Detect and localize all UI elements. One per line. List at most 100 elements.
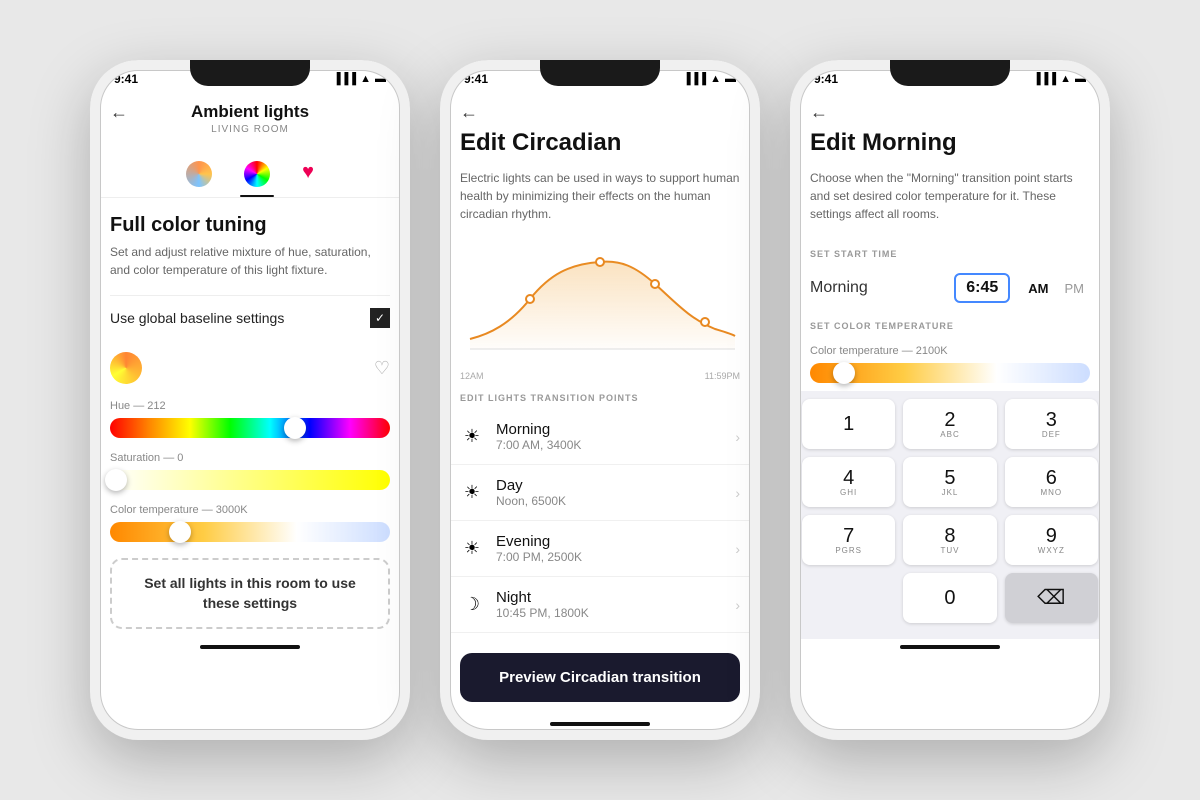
phone-3: 9:41 ▐▐▐ ▲ ▬ ← Edit Morning Choose when … <box>790 60 1110 740</box>
saturation-track[interactable] <box>110 470 390 490</box>
hue-track[interactable] <box>110 418 390 438</box>
pm-button[interactable]: PM <box>1059 277 1091 300</box>
saturation-thumb[interactable] <box>105 469 127 491</box>
color-temp-track[interactable] <box>110 522 390 542</box>
status-time-1: 9:41 <box>114 72 138 86</box>
numpad-row-2: 4 GHI 5 JKL 6 MNO <box>802 457 1098 507</box>
home-bar-2 <box>550 722 650 726</box>
chart-label-start: 12AM <box>460 371 484 381</box>
day-name: Day <box>496 477 735 494</box>
signal-icon-2: ▐▐▐ <box>683 73 706 85</box>
screen1-body: Full color tuning Set and adjust relativ… <box>90 214 410 542</box>
time-value[interactable]: 6:45 <box>954 273 1010 303</box>
key-delete[interactable]: ⌫ <box>1005 573 1098 623</box>
screen1-section-desc: Set and adjust relative mixture of hue, … <box>110 243 390 279</box>
key-2-letters: ABC <box>940 430 959 439</box>
screen1-subtitle: LIVING ROOM <box>110 124 390 135</box>
key-5-letters: JKL <box>942 488 959 497</box>
screen3-body: Choose when the "Morning" transition poi… <box>790 169 1110 223</box>
key-7-letters: PGRS <box>835 546 862 555</box>
set-all-lights-button[interactable]: Set all lights in this room to use these… <box>110 558 390 629</box>
saturation-slider-group: Saturation — 0 <box>110 452 390 490</box>
signal-icon-1: ▐▐▐ <box>333 73 356 85</box>
wifi-icon-1: ▲ <box>360 73 371 85</box>
key-0[interactable]: 0 <box>903 573 996 623</box>
transition-night[interactable]: ☽ Night 10:45 PM, 1800K › <box>440 577 760 633</box>
hue-label: Hue — 212 <box>110 400 390 412</box>
am-button[interactable]: AM <box>1022 277 1054 300</box>
transition-evening[interactable]: ☀ Evening 7:00 PM, 2500K › <box>440 521 760 577</box>
screen1-title: Ambient lights <box>110 102 390 122</box>
color-temp-value-label: Color temperature — 2100K <box>810 345 1090 357</box>
tab-favorite[interactable]: ♥ <box>298 155 318 197</box>
transition-day[interactable]: ☀ Day Noon, 6500K › <box>440 465 760 521</box>
color-temp-track-3[interactable] <box>810 363 1090 383</box>
key-5-num: 5 <box>944 468 955 488</box>
key-8[interactable]: 8 TUV <box>903 515 996 565</box>
screen2-header: ← Edit Circadian <box>440 92 760 169</box>
back-button-2[interactable]: ← <box>460 102 740 123</box>
global-baseline-row[interactable]: Use global baseline settings ✓ <box>110 295 390 340</box>
battery-icon-3: ▬ <box>1075 73 1086 85</box>
tab-circadian[interactable] <box>182 155 216 197</box>
key-6[interactable]: 6 MNO <box>1005 457 1098 507</box>
delete-icon: ⌫ <box>1037 588 1065 608</box>
screen2-body: Electric lights can be used in ways to s… <box>440 169 760 223</box>
day-chevron: › <box>735 485 740 501</box>
key-4[interactable]: 4 GHI <box>802 457 895 507</box>
screen3-title: Edit Morning <box>810 129 1090 157</box>
tab-color[interactable] <box>240 155 274 197</box>
set-start-label: SET START TIME <box>790 239 1110 265</box>
evening-name: Evening <box>496 533 735 550</box>
key-3-letters: DEF <box>1042 430 1061 439</box>
key-4-letters: GHI <box>840 488 857 497</box>
notch-3 <box>890 60 1010 86</box>
heart-icon: ♥ <box>302 161 314 183</box>
evening-detail: 7:00 PM, 2500K <box>496 550 735 564</box>
day-info: Day Noon, 6500K <box>496 477 735 508</box>
status-time-2: 9:41 <box>464 72 488 86</box>
key-5[interactable]: 5 JKL <box>903 457 996 507</box>
key-1[interactable]: 1 <box>802 399 895 449</box>
key-1-num: 1 <box>843 414 854 434</box>
hue-thumb[interactable] <box>284 417 306 439</box>
key-7[interactable]: 7 PGRS <box>802 515 895 565</box>
screen3-desc: Choose when the "Morning" transition poi… <box>810 169 1090 223</box>
color-temp-thumb-3[interactable] <box>833 362 855 384</box>
wifi-icon-2: ▲ <box>710 73 721 85</box>
chart-svg <box>460 239 740 359</box>
color-temp-section: Color temperature — 2100K <box>790 345 1110 383</box>
battery-icon-1: ▬ <box>375 73 386 85</box>
status-icons-2: ▐▐▐ ▲ ▬ <box>683 73 736 85</box>
key-9[interactable]: 9 WXYZ <box>1005 515 1098 565</box>
notch-1 <box>190 60 310 86</box>
numpad-row-4: 0 ⌫ <box>802 573 1098 623</box>
phone1-content: ← Ambient lights LIVING ROOM ♥ Full colo… <box>90 92 410 740</box>
back-button-1[interactable]: ← <box>110 102 128 123</box>
notch-2 <box>540 60 660 86</box>
morning-chevron: › <box>735 429 740 445</box>
day-icon: ☀ <box>460 482 484 503</box>
evening-info: Evening 7:00 PM, 2500K <box>496 533 735 564</box>
favorite-heart-icon[interactable]: ♡ <box>374 358 390 379</box>
transition-list: ☀ Morning 7:00 AM, 3400K › ☀ Day Noon, 6… <box>440 409 760 633</box>
screen1-header: ← Ambient lights LIVING ROOM <box>90 92 410 147</box>
time-label: Morning <box>810 279 942 297</box>
global-baseline-checkbox[interactable]: ✓ <box>370 308 390 328</box>
chart-label-end: 11:59PM <box>705 371 740 381</box>
night-name: Night <box>496 589 735 606</box>
transition-points-label: EDIT LIGHTS TRANSITION POINTS <box>440 381 760 409</box>
color-temp-thumb[interactable] <box>169 521 191 543</box>
key-6-letters: MNO <box>1040 488 1062 497</box>
key-4-num: 4 <box>843 468 854 488</box>
key-8-letters: TUV <box>940 546 959 555</box>
morning-info: Morning 7:00 AM, 3400K <box>496 421 735 452</box>
tabs-row-1: ♥ <box>90 147 410 198</box>
screen3-header: ← Edit Morning <box>790 92 1110 169</box>
key-2[interactable]: 2 ABC <box>903 399 996 449</box>
transition-morning[interactable]: ☀ Morning 7:00 AM, 3400K › <box>440 409 760 465</box>
back-button-3[interactable]: ← <box>810 102 1090 123</box>
preview-circadian-button[interactable]: Preview Circadian transition <box>460 653 740 702</box>
home-bar-3 <box>900 645 1000 649</box>
key-3[interactable]: 3 DEF <box>1005 399 1098 449</box>
